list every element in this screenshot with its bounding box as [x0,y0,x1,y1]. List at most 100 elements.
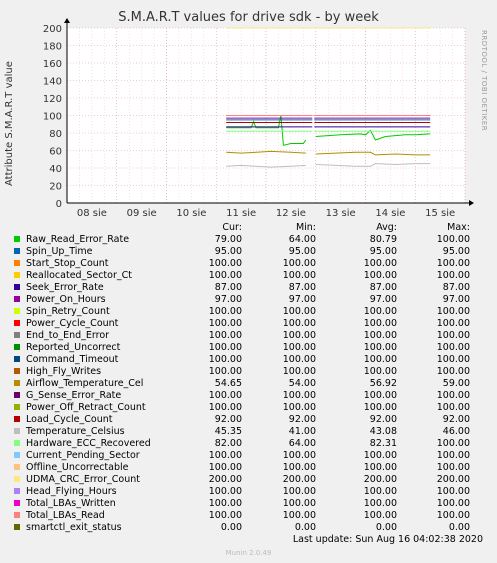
value-cur: 200.00 [208,474,242,485]
legend-swatch [14,260,20,266]
legend-swatch [14,404,20,410]
legend-swatch [14,236,20,242]
value-min: 100.00 [282,510,316,521]
legend-row: High_Fly_Writes 100.00 100.00 100.00 100.00 [0,366,497,378]
value-cur: 100.00 [208,498,242,509]
chart-plot: 0 20 40 60 80 100 120 140 160 180 200 08 sie 09 sie 1… [43,18,474,219]
value-max: 100.00 [436,258,470,269]
legend-label: Raw_Read_Error_Rate [26,234,130,245]
legend-label: Offline_Uncorrectable [26,462,129,473]
value-cur: 100.00 [208,342,242,353]
legend-swatch [14,416,20,422]
legend-label: Spin_Retry_Count [26,306,110,317]
value-max: 100.00 [436,510,470,521]
legend-label: Reported_Uncorrect [26,342,121,353]
x-tick-label: 13 sie [326,208,356,219]
value-cur: 100.00 [208,354,242,365]
legend-label: Load_Cycle_Count [26,414,113,425]
value-min: 100.00 [282,318,316,329]
header-cur: Cur: [222,222,242,233]
value-cur: 100.00 [208,510,242,521]
legend-row: Start_Stop_Count 100.00 100.00 100.00 100.00 [0,258,497,270]
legend-swatch [14,332,20,338]
value-max: 100.00 [436,498,470,509]
legend-label: Total_LBAs_Written [26,498,116,509]
legend-swatch [14,524,20,530]
legend-label: Hardware_ECC_Recovered [26,438,151,449]
legend-label: Seek_Error_Rate [26,282,104,293]
value-max: 59.00 [442,378,470,389]
value-min: 100.00 [282,342,316,353]
y-tick-label: 200 [43,24,62,35]
legend-row: Spin_Up_Time 95.00 95.00 95.00 95.00 [0,246,497,258]
legend-label: smartctl_exit_status [26,522,122,533]
value-avg: 100.00 [363,270,397,281]
value-avg: 56.92 [369,378,397,389]
value-cur: 100.00 [208,462,242,473]
value-avg: 95.00 [369,246,397,257]
y-tick-label: 20 [49,182,62,193]
value-min: 100.00 [282,498,316,509]
value-min: 100.00 [282,330,316,341]
value-min: 200.00 [282,474,316,485]
legend-label: Airflow_Temperature_Cel [26,378,144,389]
value-avg: 43.08 [369,426,397,437]
legend-header: Cur: Min: Avg: Max: [0,222,497,234]
x-tick-label: 15 sie [425,208,455,219]
value-cur: 54.65 [214,378,242,389]
legend-row: Raw_Read_Error_Rate 79.00 64.00 80.79 100.00 [0,234,497,246]
x-tick-label: 11 sie [226,208,256,219]
value-avg: 100.00 [363,486,397,497]
value-min: 100.00 [282,306,316,317]
value-max: 100.00 [436,354,470,365]
legend-swatch [14,320,20,326]
value-max: 0.00 [448,522,470,533]
value-cur: 100.00 [208,318,242,329]
y-tick-label: 120 [43,94,62,105]
legend-swatch [14,512,20,518]
y-axis-arrow [64,18,70,23]
value-min: 0.00 [294,522,316,533]
value-cur: 100.00 [208,450,242,461]
legend-swatch [14,380,20,386]
value-avg: 100.00 [363,330,397,341]
x-tick-label: 14 sie [375,208,405,219]
y-tick-label: 160 [43,59,62,70]
legend-label: Current_Pending_Sector [26,450,140,461]
legend-swatch [14,368,20,374]
legend-swatch [14,440,20,446]
legend-label: Spin_Up_Time [26,246,93,257]
legend-row: G_Sense_Error_Rate 100.00 100.00 100.00 100.… [0,390,497,402]
header-min: Min: [295,222,316,233]
y-tick-label: 80 [49,129,62,140]
value-cur: 100.00 [208,306,242,317]
legend-row: Power_Off_Retract_Count 100.00 100.00 100.0… [0,402,497,414]
x-tick-label: 10 sie [176,208,206,219]
legend-swatch [14,500,20,506]
legend-label: End_to_End_Error [26,330,110,341]
y-tick-label: 40 [49,164,62,175]
legend-label: Reallocated_Sector_Ct [26,270,132,281]
value-max: 87.00 [442,282,470,293]
value-cur: 92.00 [214,414,242,425]
legend-row: Airflow_Temperature_Cel 54.65 54.00 56.92 59… [0,378,497,390]
value-cur: 100.00 [208,270,242,281]
value-max: 100.00 [436,318,470,329]
value-min: 100.00 [282,402,316,413]
legend-row: Hardware_ECC_Recovered 82.00 64.00 82.31 100… [0,438,497,450]
y-tick-label: 140 [43,77,62,88]
legend-label: High_Fly_Writes [26,366,102,377]
legend-row: Reported_Uncorrect 100.00 100.00 100.00 100.… [0,342,497,354]
value-cur: 100.00 [208,330,242,341]
value-avg: 100.00 [363,402,397,413]
legend-swatch [14,272,20,278]
legend-swatch [14,392,20,398]
value-avg: 87.00 [369,282,397,293]
value-min: 41.00 [288,426,316,437]
value-max: 100.00 [436,486,470,497]
legend-label: Power_On_Hours [26,294,106,305]
last-update: Last update: Sun Aug 16 04:02:38 2020 [292,534,483,545]
legend-swatch [14,476,20,482]
legend-swatch [14,356,20,362]
legend-row: Offline_Uncorrectable 100.00 100.00 100.00 1… [0,462,497,474]
